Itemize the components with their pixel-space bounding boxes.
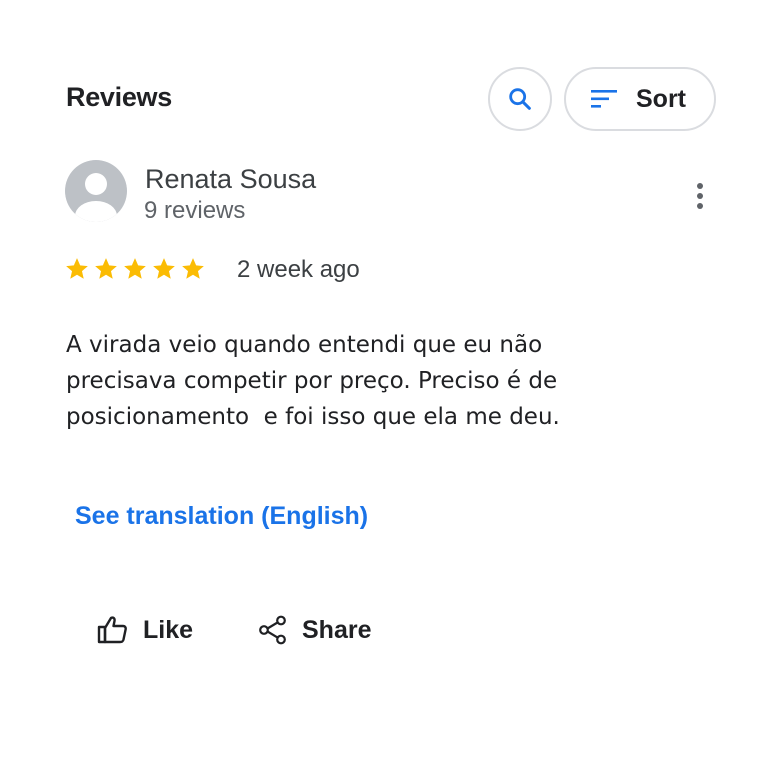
thumbs-up-icon: [97, 616, 127, 644]
author-review-count: 9 reviews: [144, 197, 246, 224]
like-button[interactable]: Like: [97, 612, 193, 648]
star-icon: [182, 258, 204, 279]
share-button[interactable]: Share: [258, 612, 371, 648]
share-icon: [259, 615, 286, 645]
default-person-avatar: [65, 160, 127, 222]
search-button[interactable]: [488, 67, 552, 131]
see-translation-link[interactable]: See translation (English): [75, 502, 368, 531]
star-icon: [153, 258, 175, 279]
author-name[interactable]: Renata Sousa: [145, 164, 316, 195]
page-title: Reviews: [66, 82, 172, 112]
review-date: 2 week ago: [237, 256, 360, 283]
star-icon: [66, 258, 88, 279]
star-icon: [124, 258, 146, 279]
like-label: Like: [143, 615, 194, 644]
more-vertical-icon: [697, 183, 703, 189]
sort-lines-icon: [591, 90, 617, 108]
sort-label: Sort: [636, 84, 686, 113]
share-label: Share: [302, 615, 372, 644]
avatar[interactable]: [65, 160, 127, 222]
search-icon: [509, 88, 531, 110]
star-icon: [95, 258, 117, 279]
review-text: A virada veio quando entendi que eu não …: [66, 332, 560, 430]
more-options-button[interactable]: [686, 180, 714, 212]
star-rating: [64, 256, 206, 282]
sort-button[interactable]: Sort: [564, 67, 716, 131]
